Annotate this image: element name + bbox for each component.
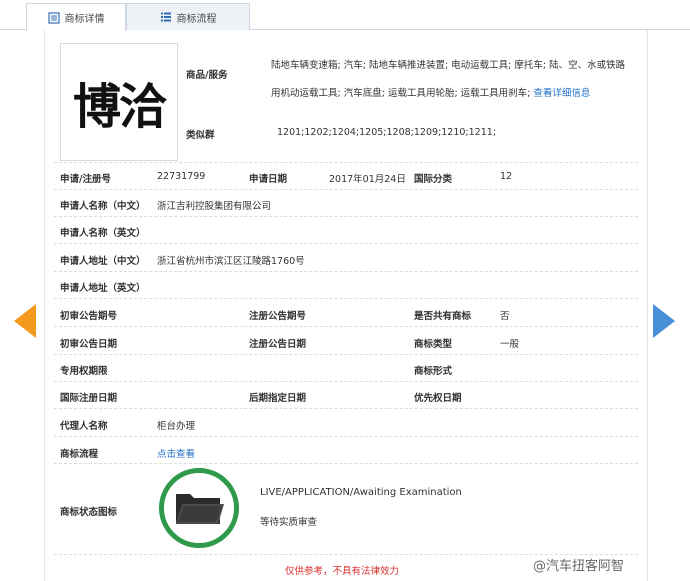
exclusive-period-label: 专用权期限 xyxy=(60,366,108,377)
tm-form-label: 商标形式 xyxy=(414,366,453,377)
prelim-pub-date-label: 初审公告日期 xyxy=(60,339,118,350)
divider xyxy=(54,408,638,409)
tab-trademark-process[interactable]: 商标流程 xyxy=(126,3,250,30)
divider xyxy=(54,354,638,355)
agent-label: 代理人名称 xyxy=(60,421,108,432)
divider xyxy=(54,463,638,464)
divider xyxy=(54,436,638,437)
divider xyxy=(54,271,638,272)
divider xyxy=(54,381,638,382)
shared-label: 是否共有商标 xyxy=(414,311,472,322)
status-text-cn: 等待实质审查 xyxy=(260,517,318,528)
similar-group-label: 类似群 xyxy=(186,130,215,141)
reg-pub-date-label: 注册公告日期 xyxy=(249,339,307,350)
divider xyxy=(54,326,638,327)
tab-label: 商标详情 xyxy=(64,14,105,25)
status-text-en: LIVE/APPLICATION/Awaiting Examination xyxy=(260,487,462,498)
watermark-text: @汽车扭客阿智 xyxy=(531,555,627,574)
view-flow-link[interactable]: 点击查看 xyxy=(157,446,195,460)
intl-class-value: 12 xyxy=(500,171,513,182)
applicant-en-label: 申请人名称（英文） xyxy=(60,228,146,239)
prelim-pub-no-label: 初审公告期号 xyxy=(60,311,118,322)
flow-label: 商标流程 xyxy=(60,449,99,460)
goods-label: 商品/服务 xyxy=(186,70,228,81)
address-cn-value: 浙江省杭州市滨江区江陵路1760号 xyxy=(157,256,305,267)
tab-bar: 商标详情 商标流程 xyxy=(0,0,690,31)
view-details-link[interactable]: 查看详细信息 xyxy=(533,88,590,99)
agent-value: 柜台办理 xyxy=(157,421,196,432)
intl-reg-date-label: 国际注册日期 xyxy=(60,393,118,404)
status-badge xyxy=(159,468,239,548)
trademark-image: 博洽 xyxy=(60,43,178,161)
intl-class-label: 国际分类 xyxy=(414,174,453,185)
reg-pub-no-label: 注册公告期号 xyxy=(249,311,307,322)
reg-no-label: 申请/注册号 xyxy=(60,174,111,185)
next-arrow-button[interactable] xyxy=(653,304,675,338)
address-en-label: 申请人地址（英文） xyxy=(60,283,146,294)
priority-date-label: 优先权日期 xyxy=(414,393,462,404)
reg-no-value: 22731799 xyxy=(157,171,206,182)
apply-date-value: 2017年01月24日 xyxy=(329,174,406,185)
trademark-logo-text: 博洽 xyxy=(72,79,167,135)
tm-type-value: 一般 xyxy=(500,339,520,350)
apply-date-label: 申请日期 xyxy=(249,174,288,185)
similar-group-value: 1201;1202;1204;1205;1208;1209;1210;1211; xyxy=(277,127,497,138)
previous-arrow-button[interactable] xyxy=(14,304,36,338)
tab-trademark-details[interactable]: 商标详情 xyxy=(26,3,126,31)
applicant-cn-value: 浙江吉利控股集团有限公司 xyxy=(157,201,272,212)
later-date-label: 后期指定日期 xyxy=(249,393,307,404)
folder-icon xyxy=(176,494,224,524)
status-icon-label: 商标状态图标 xyxy=(60,507,118,518)
document-icon xyxy=(47,11,60,24)
divider xyxy=(54,243,638,244)
goods-text: 陆地车辆变速箱; 汽车; 陆地车辆推进装置; 电动运载工具; 摩托车; 陆、空、… xyxy=(271,52,631,108)
tab-label: 商标流程 xyxy=(176,13,217,25)
applicant-cn-label: 申请人名称（中文） xyxy=(60,201,146,212)
tm-type-label: 商标类型 xyxy=(414,339,453,350)
disclaimer-text: 仅供参考，不具有法律效力 xyxy=(285,566,400,577)
shared-value: 否 xyxy=(500,311,510,322)
divider xyxy=(54,189,638,190)
divider xyxy=(54,162,638,163)
divider xyxy=(54,216,638,217)
list-icon xyxy=(160,12,171,22)
divider xyxy=(54,298,638,299)
address-cn-label: 申请人地址（中文） xyxy=(60,256,146,267)
